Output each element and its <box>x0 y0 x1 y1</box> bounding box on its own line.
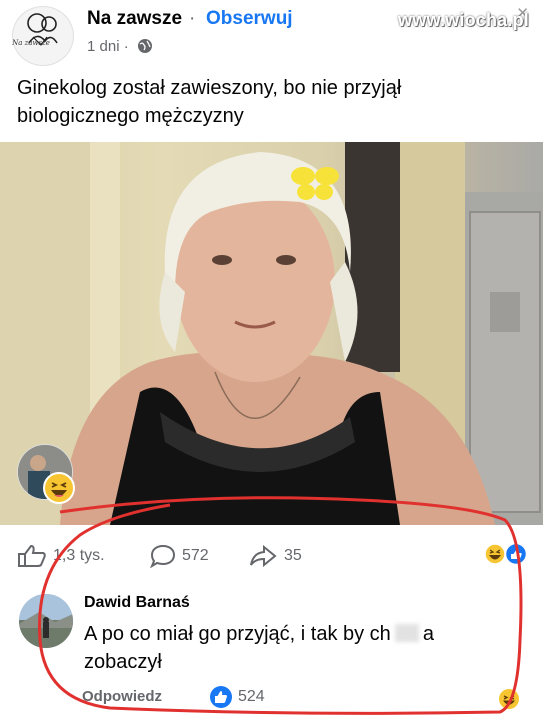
share-icon <box>250 544 277 568</box>
page-avatar[interactable] <box>12 6 74 66</box>
comment-count: 572 <box>182 547 209 564</box>
comment-likes: 524 <box>238 688 265 705</box>
separator-dot: · <box>189 8 196 29</box>
comment-icon <box>150 544 176 568</box>
like-button[interactable]: 1,3 tys. <box>17 544 105 568</box>
share-button[interactable]: 35 <box>248 544 302 568</box>
post-time[interactable]: 1 dni · <box>87 38 129 55</box>
share-count: 35 <box>284 547 302 564</box>
haha-reaction-icon <box>43 472 75 504</box>
reply-button[interactable]: Odpowiedz <box>82 688 162 705</box>
haha-reaction-icon[interactable] <box>498 688 520 710</box>
commenter-avatar-drawing <box>19 594 73 648</box>
like-reaction-icon <box>210 686 232 708</box>
commenter-name[interactable]: Dawid Barnaś <box>84 594 190 612</box>
commenter-avatar[interactable] <box>19 594 73 648</box>
page-name[interactable]: Na zawsze <box>87 8 182 30</box>
like-count: 1,3 tys. <box>53 547 105 564</box>
comment-like-count[interactable]: 524 <box>210 686 265 708</box>
photo-illustration <box>0 142 543 525</box>
like-icon <box>18 544 46 567</box>
comment-text: A po co miał go przyjąć, i tak by ch a zo… <box>84 620 484 676</box>
follow-button[interactable]: Obserwuj <box>206 8 293 30</box>
page-avatar-drawing <box>27 13 58 46</box>
censored-word <box>394 624 419 642</box>
reaction-summary-icons[interactable] <box>484 542 530 566</box>
post-text: Ginekolog został zawieszony, bo nie przy… <box>17 77 402 127</box>
comment-text-start: A po co miał go przyjąć, i tak by ch <box>84 623 391 645</box>
comment-button[interactable]: 572 <box>150 544 209 568</box>
watermark: www.wiocha.pl <box>398 10 529 30</box>
globe-icon <box>138 39 152 53</box>
post-photo[interactable] <box>0 142 543 525</box>
page-avatar-caption: Na zawsze <box>12 39 50 47</box>
